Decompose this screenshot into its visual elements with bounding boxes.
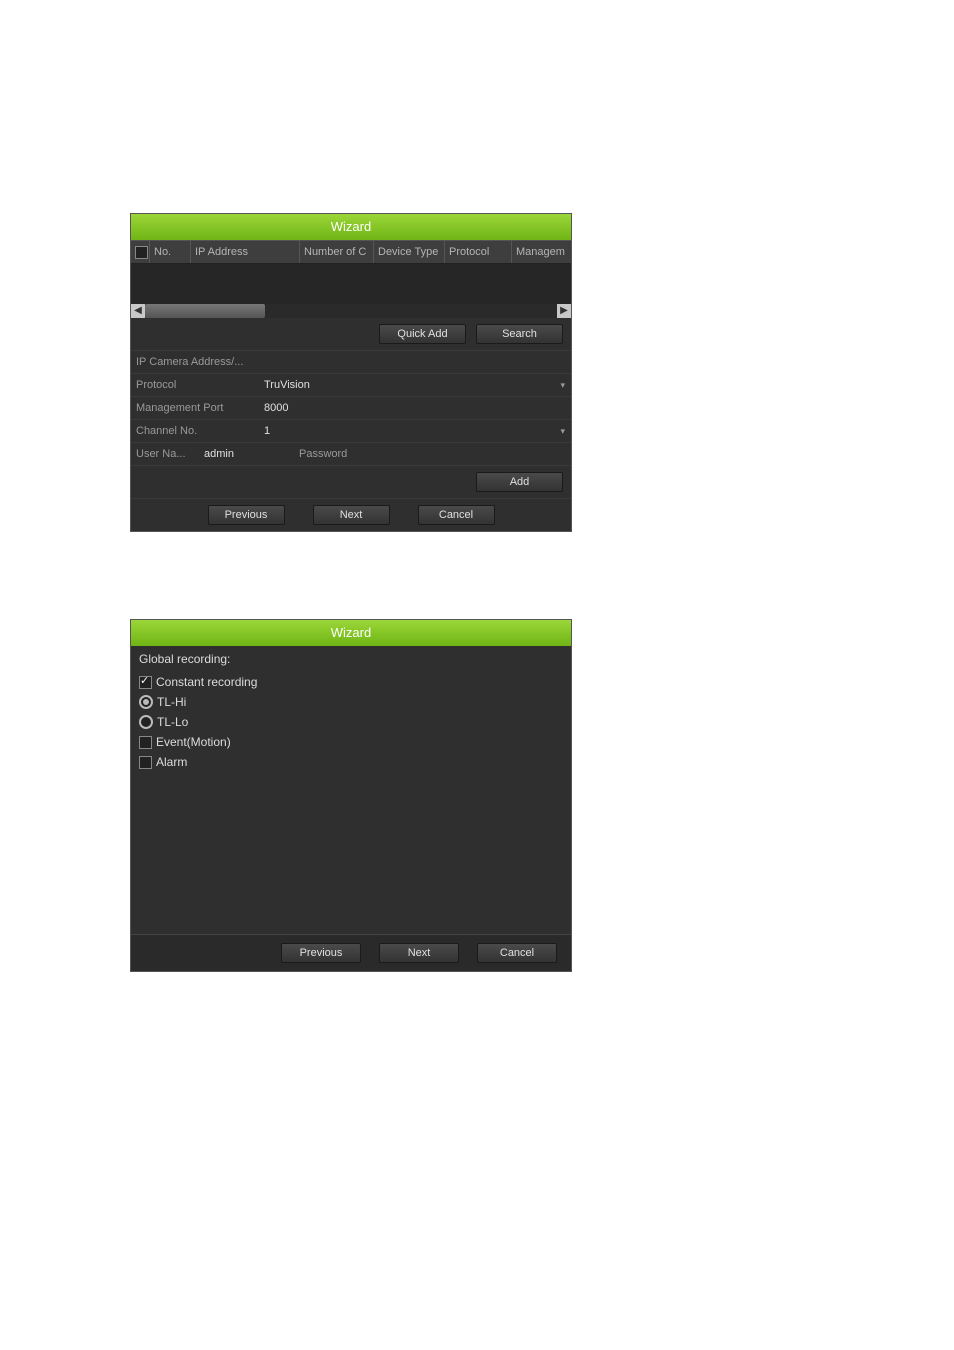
alarm-label: Alarm: [156, 755, 187, 769]
tl-lo-label: TL-Lo: [157, 715, 188, 729]
scroll-right-icon[interactable]: ▶: [557, 304, 571, 318]
user-password-row: User Na... admin Password: [131, 442, 571, 465]
protocol-value: TruVision: [264, 379, 310, 391]
add-button[interactable]: Add: [476, 472, 563, 492]
channel-no-value: 1: [264, 425, 270, 437]
constant-recording-checkbox[interactable]: [139, 676, 152, 689]
constant-recording-option[interactable]: Constant recording: [131, 672, 571, 692]
channel-no-select[interactable]: 1 ▾: [261, 425, 571, 437]
tl-lo-radio[interactable]: [139, 715, 153, 729]
tl-hi-radio[interactable]: [139, 695, 153, 709]
management-port-row: Management Port 8000: [131, 396, 571, 419]
nav-button-row: Previous Next Cancel: [131, 934, 571, 971]
next-button[interactable]: Next: [313, 505, 390, 525]
table-header-row: No. IP Address Number of C Device Type P…: [131, 240, 571, 264]
col-number-of-c[interactable]: Number of C: [300, 241, 374, 263]
tl-hi-label: TL-Hi: [157, 695, 186, 709]
col-device-type[interactable]: Device Type: [374, 241, 445, 263]
col-management[interactable]: Managem: [512, 241, 571, 263]
horizontal-scrollbar[interactable]: ◀ ▶: [131, 304, 571, 318]
dialog-title: Wizard: [131, 214, 571, 240]
col-protocol[interactable]: Protocol: [445, 241, 512, 263]
chevron-down-icon: ▾: [560, 380, 565, 391]
ip-camera-address-row: IP Camera Address/...: [131, 350, 571, 373]
protocol-select[interactable]: TruVision ▾: [261, 379, 571, 391]
scroll-left-icon[interactable]: ◀: [131, 304, 145, 318]
select-all-checkbox[interactable]: [135, 246, 148, 259]
management-port-label: Management Port: [131, 402, 261, 414]
cancel-button[interactable]: Cancel: [418, 505, 495, 525]
blank-area: [131, 772, 571, 934]
tl-hi-option[interactable]: TL-Hi: [131, 692, 571, 712]
previous-button[interactable]: Previous: [208, 505, 285, 525]
management-port-input[interactable]: 8000: [261, 402, 571, 414]
nav-button-row: Previous Next Cancel: [131, 498, 571, 531]
protocol-label: Protocol: [131, 379, 261, 391]
global-recording-label: Global recording:: [131, 646, 571, 672]
channel-no-label: Channel No.: [131, 425, 261, 437]
scroll-track[interactable]: [145, 304, 557, 318]
event-motion-label: Event(Motion): [156, 735, 231, 749]
previous-button[interactable]: Previous: [281, 943, 361, 963]
tl-lo-option[interactable]: TL-Lo: [131, 712, 571, 732]
event-motion-option[interactable]: Event(Motion): [131, 732, 571, 752]
wizard-recording-dialog: Wizard Global recording: Constant record…: [130, 619, 572, 972]
dialog-title: Wizard: [131, 620, 571, 646]
user-name-label: User Na...: [131, 448, 201, 460]
cancel-button[interactable]: Cancel: [477, 943, 557, 963]
chevron-down-icon: ▾: [560, 426, 565, 437]
col-ip-address[interactable]: IP Address: [191, 241, 300, 263]
wizard-ip-camera-dialog: Wizard No. IP Address Number of C Device…: [130, 213, 572, 532]
alarm-option[interactable]: Alarm: [131, 752, 571, 772]
table-body: [131, 264, 571, 304]
password-label: Password: [294, 448, 372, 460]
scroll-thumb[interactable]: [145, 304, 265, 318]
next-button[interactable]: Next: [379, 943, 459, 963]
col-no[interactable]: No.: [150, 241, 191, 263]
user-name-input[interactable]: admin: [201, 448, 294, 460]
protocol-row: Protocol TruVision ▾: [131, 373, 571, 396]
search-button-row: Quick Add Search: [131, 318, 571, 350]
alarm-checkbox[interactable]: [139, 756, 152, 769]
ip-camera-address-label: IP Camera Address/...: [131, 356, 261, 368]
constant-recording-label: Constant recording: [156, 675, 257, 689]
search-button[interactable]: Search: [476, 324, 563, 344]
event-motion-checkbox[interactable]: [139, 736, 152, 749]
add-button-row: Add: [131, 465, 571, 498]
quick-add-button[interactable]: Quick Add: [379, 324, 466, 344]
channel-no-row: Channel No. 1 ▾: [131, 419, 571, 442]
